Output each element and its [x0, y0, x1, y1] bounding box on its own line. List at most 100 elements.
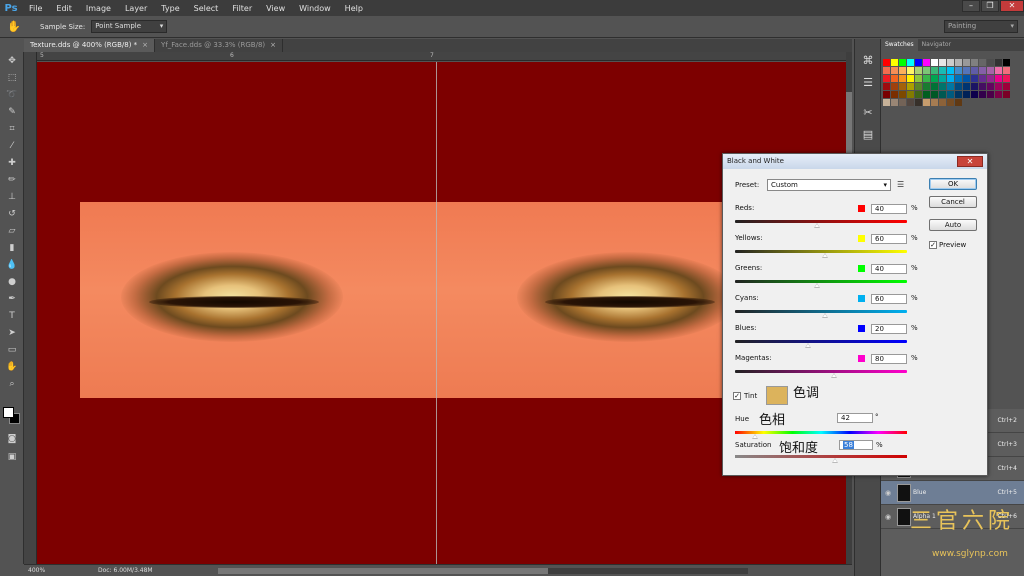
- dialog-close-button[interactable]: ✕: [957, 156, 983, 167]
- brush-presets-icon[interactable]: ▤: [855, 123, 881, 145]
- hand-tool-preset-icon[interactable]: ✋: [0, 18, 28, 36]
- cancel-button[interactable]: Cancel: [929, 196, 977, 208]
- color-swatch[interactable]: [955, 91, 962, 98]
- menu-help[interactable]: Help: [338, 4, 370, 13]
- ok-button[interactable]: OK: [929, 178, 977, 190]
- color-swatch[interactable]: [955, 75, 962, 82]
- pen-tool-icon[interactable]: ✒: [0, 290, 24, 307]
- color-swatch[interactable]: [971, 75, 978, 82]
- slider-value-input[interactable]: 60: [871, 294, 907, 304]
- color-swatch[interactable]: [899, 75, 906, 82]
- hand-tool-icon[interactable]: ✋: [0, 358, 24, 375]
- menu-image[interactable]: Image: [79, 4, 118, 13]
- color-swatch[interactable]: [923, 99, 930, 106]
- vertical-guide[interactable]: [436, 62, 437, 564]
- properties-panel-icon[interactable]: ☰: [855, 71, 881, 93]
- color-swatch[interactable]: [931, 67, 938, 74]
- slider-thumb[interactable]: [822, 253, 829, 258]
- color-swatch[interactable]: [923, 59, 930, 66]
- color-swatch[interactable]: [931, 75, 938, 82]
- slider-value-input[interactable]: 20: [871, 324, 907, 334]
- zoom-level[interactable]: 400%: [28, 567, 58, 574]
- color-swatch[interactable]: [899, 83, 906, 90]
- color-swatch[interactable]: [979, 67, 986, 74]
- gradient-tool-icon[interactable]: ▮: [0, 239, 24, 256]
- slider-track[interactable]: [735, 370, 907, 373]
- slider-value-input[interactable]: 80: [871, 354, 907, 364]
- color-swatch[interactable]: [939, 91, 946, 98]
- slider-track[interactable]: [735, 280, 907, 283]
- color-swatch[interactable]: [947, 83, 954, 90]
- move-tool-icon[interactable]: ✥: [0, 52, 24, 69]
- color-swatch[interactable]: [915, 91, 922, 98]
- foreground-color-swatch[interactable]: [3, 407, 14, 418]
- lasso-tool-icon[interactable]: ➰: [0, 86, 24, 103]
- slider-track[interactable]: [735, 220, 907, 223]
- color-swatch[interactable]: [939, 75, 946, 82]
- color-swatch[interactable]: [987, 83, 994, 90]
- color-swatch[interactable]: [931, 91, 938, 98]
- color-swatch[interactable]: [939, 99, 946, 106]
- workspace-select[interactable]: Painting: [944, 20, 1018, 33]
- color-swatch[interactable]: [891, 75, 898, 82]
- saturation-slider-thumb[interactable]: [831, 458, 838, 463]
- hue-slider-track[interactable]: [735, 431, 907, 434]
- menu-window[interactable]: Window: [292, 4, 338, 13]
- color-swatch[interactable]: [979, 83, 986, 90]
- hue-slider-thumb[interactable]: [752, 434, 759, 439]
- color-swatch[interactable]: [963, 75, 970, 82]
- color-swatch[interactable]: [883, 67, 890, 74]
- color-swatch[interactable]: [891, 59, 898, 66]
- minimize-button[interactable]: –: [962, 0, 980, 12]
- crop-tool-icon[interactable]: ⌗: [0, 120, 24, 137]
- slider-thumb[interactable]: [822, 313, 829, 318]
- color-swatch[interactable]: [907, 99, 914, 106]
- color-swatch[interactable]: [915, 99, 922, 106]
- saturation-slider-track[interactable]: [735, 455, 907, 458]
- slider-track[interactable]: [735, 340, 907, 343]
- tab-texture[interactable]: Texture.dds @ 400% (RGB/8) * ×: [24, 39, 156, 52]
- slider-thumb[interactable]: [813, 283, 820, 288]
- history-panel-icon[interactable]: ⌘: [855, 49, 881, 71]
- color-swatch[interactable]: [923, 83, 930, 90]
- color-swatch[interactable]: [995, 91, 1002, 98]
- color-swatch[interactable]: [923, 91, 930, 98]
- color-swatch[interactable]: [963, 83, 970, 90]
- path-selection-tool-icon[interactable]: ➤: [0, 324, 24, 341]
- tab-yf-face[interactable]: Yf_Face.dds @ 33.3% (RGB/8) ×: [155, 39, 284, 52]
- type-tool-icon[interactable]: T: [0, 307, 24, 324]
- color-swatch[interactable]: [947, 59, 954, 66]
- color-swatch[interactable]: [931, 99, 938, 106]
- color-swatch[interactable]: [947, 75, 954, 82]
- color-swatch[interactable]: [915, 75, 922, 82]
- saturation-input[interactable]: 58: [839, 440, 873, 450]
- menu-filter[interactable]: Filter: [225, 4, 259, 13]
- color-swatch[interactable]: [907, 75, 914, 82]
- color-swatch[interactable]: [1003, 67, 1010, 74]
- color-swatch[interactable]: [971, 91, 978, 98]
- color-swatch[interactable]: [931, 59, 938, 66]
- color-swatch[interactable]: [907, 83, 914, 90]
- color-swatch[interactable]: [891, 83, 898, 90]
- color-swatch[interactable]: [1003, 83, 1010, 90]
- color-swatch[interactable]: [971, 83, 978, 90]
- color-swatch[interactable]: [931, 83, 938, 90]
- preset-options-icon[interactable]: ☰: [897, 180, 904, 189]
- color-swatch[interactable]: [955, 67, 962, 74]
- color-swatch[interactable]: [899, 99, 906, 106]
- zoom-tool-icon[interactable]: ⌕: [0, 375, 24, 392]
- color-swatch[interactable]: [955, 83, 962, 90]
- close-window-button[interactable]: ✕: [1000, 0, 1024, 12]
- menu-select[interactable]: Select: [187, 4, 226, 13]
- eraser-tool-icon[interactable]: ▱: [0, 222, 24, 239]
- color-swatch[interactable]: [987, 67, 994, 74]
- color-swatch[interactable]: [979, 59, 986, 66]
- horizontal-scrollbar[interactable]: [218, 568, 748, 574]
- color-swatch[interactable]: [915, 59, 922, 66]
- color-swatch[interactable]: [1003, 91, 1010, 98]
- color-swatch[interactable]: [1003, 59, 1010, 66]
- color-swatch[interactable]: [939, 67, 946, 74]
- shape-tool-icon[interactable]: ▭: [0, 341, 24, 358]
- color-swatch[interactable]: [955, 59, 962, 66]
- color-swatch[interactable]: [907, 59, 914, 66]
